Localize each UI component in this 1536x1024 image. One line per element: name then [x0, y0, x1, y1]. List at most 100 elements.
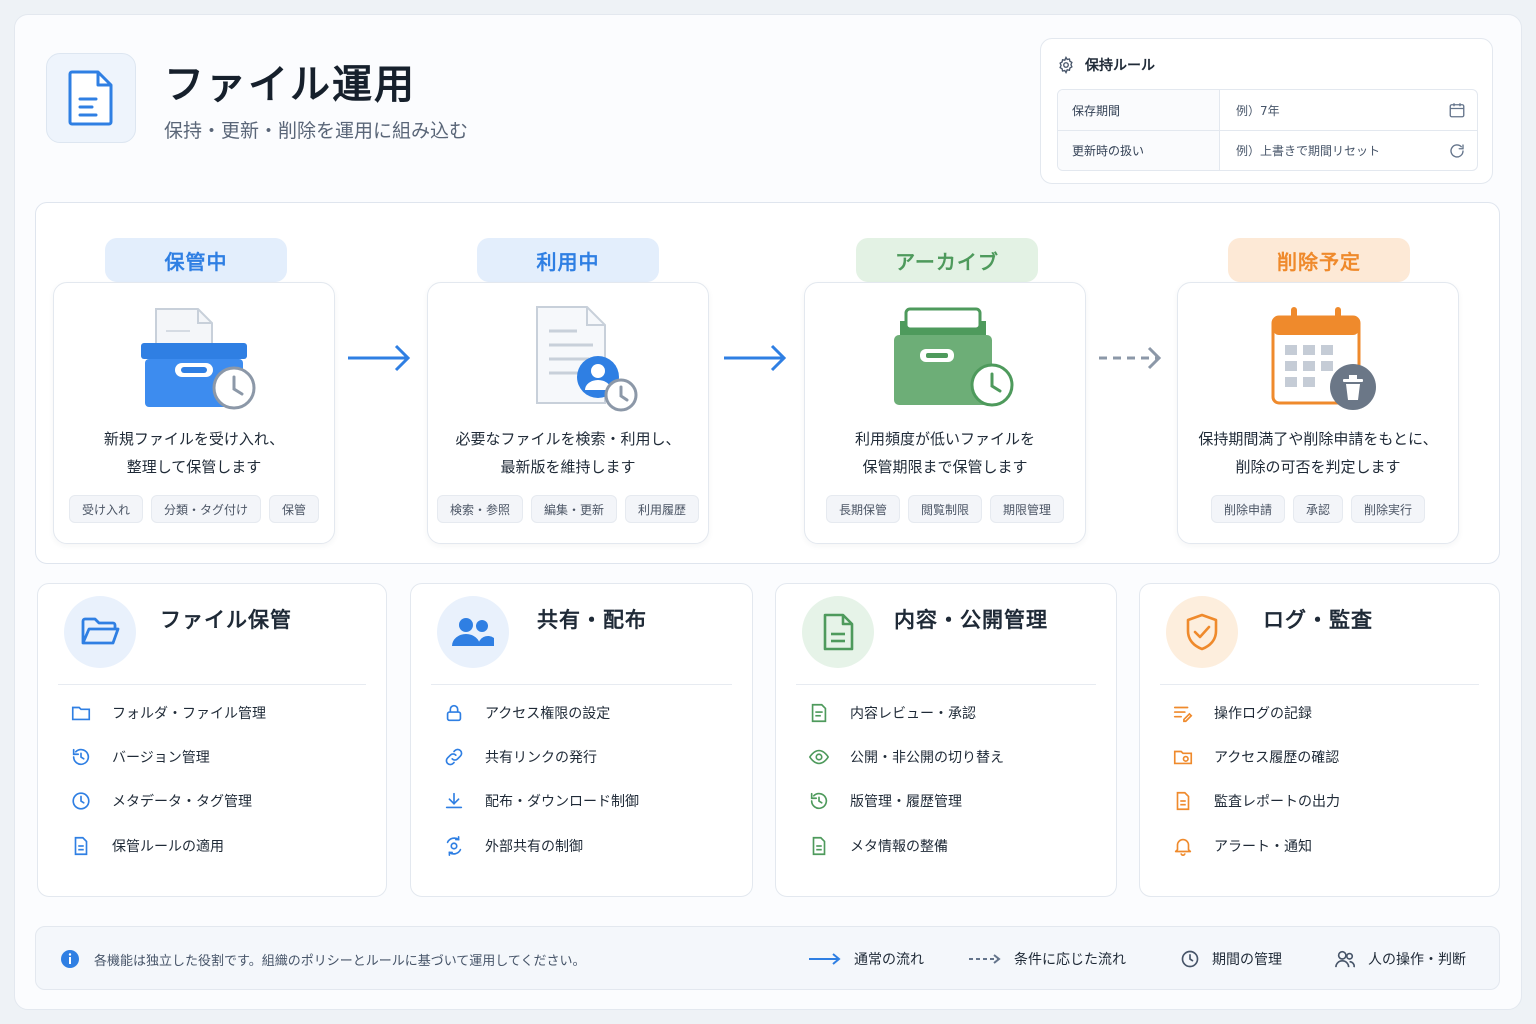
feature-item[interactable]: アクセス履歴の確認	[1172, 746, 1339, 768]
stage-tag: 削除申請	[1210, 495, 1285, 523]
header-document-icon	[46, 53, 136, 143]
feature-title: ログ・監査	[1263, 608, 1373, 632]
link-icon	[445, 748, 463, 766]
external-share-icon	[446, 836, 462, 856]
log-list-icon	[1173, 706, 1193, 723]
feature-card-logs-audit: ログ・監査 操作ログの記録 アクセス履歴の確認 監査レポートの出力 アラート・通…	[1139, 583, 1500, 897]
feature-item[interactable]: 保管ルールの適用	[70, 835, 224, 857]
flow-arrow-icon	[348, 344, 411, 372]
document-user-icon	[536, 306, 638, 412]
lock-icon	[446, 704, 462, 722]
stage-tag: 受け入れ	[68, 495, 143, 523]
folder-icon	[71, 706, 91, 721]
feature-item[interactable]: 監査レポートの出力	[1172, 790, 1340, 812]
stage-label-archive: アーカイブ	[856, 238, 1038, 282]
bell-icon	[1174, 838, 1192, 856]
feature-item[interactable]: 操作ログの記録	[1172, 702, 1312, 724]
stage-pill-text: 利用中	[536, 249, 600, 274]
feature-item[interactable]: 外部共有の制御	[443, 835, 583, 857]
feature-title: ファイル保管	[160, 608, 292, 632]
retention-rules-table: 保存期間 例）7年 更新時の扱い 例）上書きで期間リセット	[1057, 89, 1478, 171]
flow-arrow-icon	[724, 344, 787, 372]
dashed-arrow-icon	[969, 954, 1001, 964]
feature-card-sharing: 共有・配布 アクセス権限の設定 共有リンクの発行 配布・ダウンロード制御 外部共…	[410, 583, 753, 897]
feature-item[interactable]: メタ情報の整備	[808, 835, 948, 857]
storage-box-icon	[141, 308, 256, 410]
stage-tag: 削除実行	[1351, 495, 1426, 523]
page-subtitle: 保持・更新・削除を運用に組み込む	[164, 120, 469, 142]
stage-pill-text: 保管中	[164, 249, 228, 274]
feature-item[interactable]: 公開・非公開の切り替え	[808, 746, 1004, 768]
stage-tag: 利用履歴	[625, 495, 700, 523]
feature-item[interactable]: アクセス権限の設定	[443, 702, 610, 724]
download-icon	[445, 792, 463, 809]
rule-value-input[interactable]: 例）7年	[1220, 102, 1437, 119]
stage-description: 必要なファイルを検索・利用し、 最新版を維持します	[455, 430, 681, 476]
stage-tag: 期限管理	[990, 495, 1065, 523]
folder-open-icon	[64, 596, 136, 668]
document-icon	[802, 596, 874, 668]
feature-item[interactable]: 版管理・履歴管理	[808, 790, 962, 812]
stage-label-storing: 保管中	[105, 238, 287, 282]
feature-item[interactable]: 内容レビュー・承認	[808, 702, 976, 724]
document-icon	[74, 836, 88, 856]
solid-arrow-icon	[809, 953, 841, 965]
stage-tag: 保管	[269, 495, 320, 523]
feature-title: 共有・配布	[537, 608, 647, 632]
retention-rules-header: 保持ルール	[1057, 55, 1155, 75]
feature-item[interactable]: アラート・通知	[1172, 835, 1312, 857]
feature-card-content-publishing: 内容・公開管理 内容レビュー・承認 公開・非公開の切り替え 版管理・履歴管理 メ…	[775, 583, 1117, 897]
feature-item[interactable]: バージョン管理	[70, 746, 210, 768]
stage-pill-text: 削除予定	[1277, 249, 1361, 274]
rule-label: 保存期間	[1058, 90, 1220, 130]
stage-tag: 閲覧制限	[907, 495, 982, 523]
eye-icon	[808, 749, 830, 765]
stage-card-in-use: 必要なファイルを検索・利用し、 最新版を維持します 検索・参照 編集・更新 利用履歴	[427, 282, 709, 544]
stage-description: 新規ファイルを受け入れ、 整理して保管します	[103, 430, 285, 476]
legend-note: 各機能は独立した役割です。組織のポリシーとルールに基づいて運用してください。	[60, 927, 586, 991]
shield-check-icon	[1166, 596, 1238, 668]
stage-card-archive: 利用頻度が低いファイルを 保管期限まで保管します 長期保管 閲覧制限 期限管理	[804, 282, 1086, 544]
retention-rules-panel: 保持ルール 保存期間 例）7年 更新時の扱い 例）上書きで期間リセット	[1040, 38, 1493, 184]
clock-icon	[72, 792, 90, 810]
calendar-delete-icon	[1271, 307, 1376, 410]
feature-item[interactable]: 配布・ダウンロード制御	[443, 790, 639, 812]
feature-card-file-storage: ファイル保管 フォルダ・ファイル管理 バージョン管理 メタデータ・タグ管理 保管…	[37, 583, 387, 897]
history-icon	[810, 792, 828, 810]
folder-search-icon	[1173, 750, 1193, 765]
feature-title: 内容・公開管理	[894, 608, 1048, 632]
refresh-icon[interactable]	[1448, 142, 1466, 160]
legend-human: 人の操作・判断	[1334, 927, 1466, 991]
stage-tag: 編集・更新	[530, 495, 617, 523]
stage-description: 利用頻度が低いファイルを 保管期限まで保管します	[854, 430, 1035, 476]
rule-value-input[interactable]: 例）上書きで期間リセット	[1220, 142, 1437, 159]
history-icon	[72, 748, 90, 766]
document-icon	[812, 836, 826, 856]
rule-row-update-handling: 更新時の扱い 例）上書きで期間リセット	[1058, 130, 1477, 170]
legend-bar: 各機能は独立した役割です。組織のポリシーとルールに基づいて運用してください。 通…	[35, 926, 1500, 990]
retention-rules-title: 保持ルール	[1085, 58, 1155, 74]
stage-tag: 承認	[1292, 495, 1343, 523]
legend-period: 期間の管理	[1180, 927, 1282, 991]
users-icon	[437, 596, 509, 668]
gear-icon	[1059, 56, 1073, 74]
feature-item[interactable]: フォルダ・ファイル管理	[70, 702, 266, 724]
archive-box-icon	[894, 307, 1014, 407]
stage-label-in-use: 利用中	[477, 238, 659, 282]
rule-label: 更新時の扱い	[1058, 131, 1220, 170]
feature-item[interactable]: 共有リンクの発行	[443, 746, 597, 768]
stage-card-pending-deletion: 保持期間満了や削除申請をもとに、 削除の可否を判定します 削除申請 承認 削除実行	[1177, 282, 1459, 544]
stage-tag: 分類・タグ付け	[150, 495, 261, 523]
stage-card-storing: 新規ファイルを受け入れ、 整理して保管します 受け入れ 分類・タグ付け 保管	[53, 282, 335, 544]
clock-icon	[1181, 950, 1199, 968]
review-icon	[811, 703, 827, 723]
legend-normal-flow: 通常の流れ	[808, 927, 924, 991]
stage-tag: 長期保管	[825, 495, 900, 523]
page-title: ファイル運用	[164, 62, 416, 108]
stage-label-pending-deletion: 削除予定	[1228, 238, 1410, 282]
info-icon	[61, 950, 79, 968]
feature-item[interactable]: メタデータ・タグ管理	[70, 790, 252, 812]
rule-row-retention-period: 保存期間 例）7年	[1058, 90, 1477, 130]
conditional-flow-arrow-icon	[1099, 346, 1162, 370]
calendar-icon[interactable]	[1448, 101, 1466, 119]
